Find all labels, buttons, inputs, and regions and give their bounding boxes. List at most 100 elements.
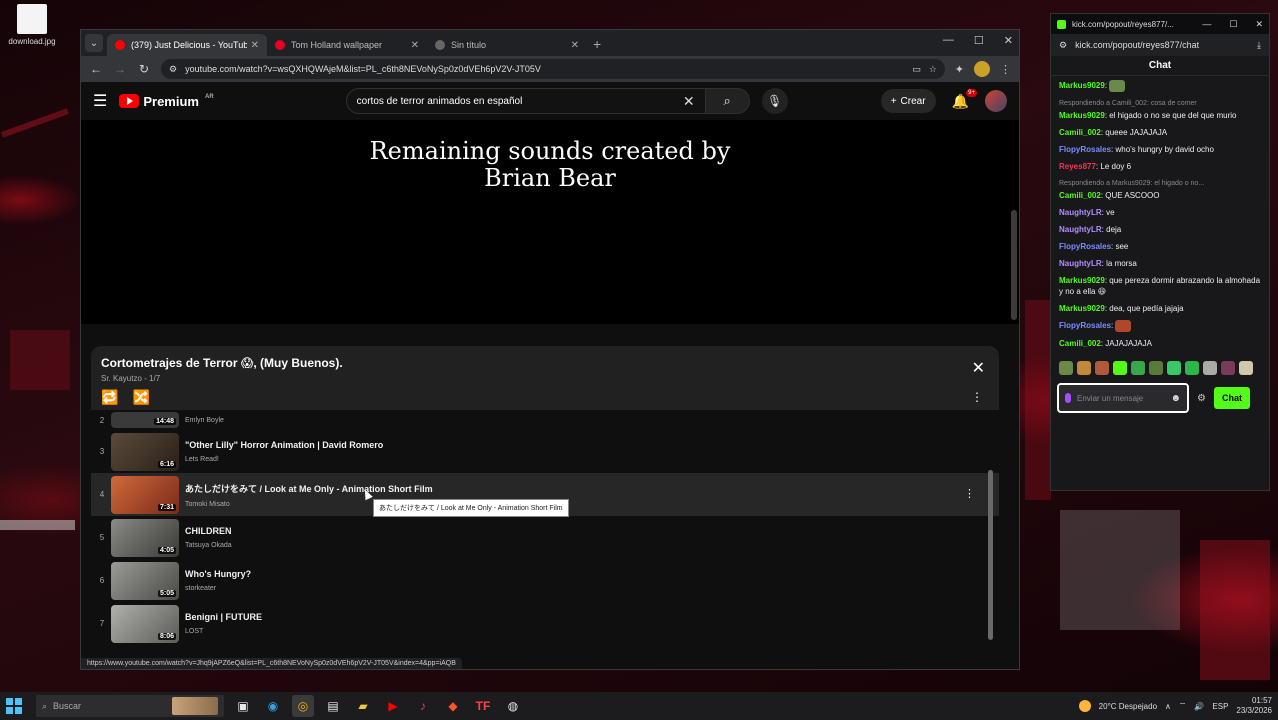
- chat-username[interactable]: NaughtyLR: [1059, 225, 1102, 234]
- chat-username[interactable]: NaughtyLR: [1059, 208, 1102, 217]
- page-scrollbar[interactable]: [1011, 210, 1017, 320]
- clear-search-icon[interactable]: ✕: [683, 93, 695, 110]
- chat-username[interactable]: Markus9029: [1059, 304, 1105, 313]
- playlist-scrollbar[interactable]: [988, 470, 993, 640]
- shuffle-icon[interactable]: 🔀: [132, 389, 149, 406]
- notifications-button[interactable]: 🔔 9+: [952, 88, 977, 110]
- maximize-icon[interactable]: ☐: [1229, 19, 1237, 30]
- site-info-icon[interactable]: ⚙: [169, 64, 177, 75]
- emote-icon[interactable]: [1149, 361, 1163, 375]
- chat-message-input[interactable]: Enviar un mensaje ☻: [1057, 383, 1189, 413]
- close-playlist-icon[interactable]: ✕: [972, 358, 985, 378]
- close-tab-icon[interactable]: ✕: [571, 40, 579, 51]
- back-icon[interactable]: ←: [89, 62, 103, 76]
- chat-username[interactable]: FlopyRosales: [1059, 321, 1111, 330]
- store-icon[interactable]: ▤: [322, 695, 344, 717]
- chat-username[interactable]: FlopyRosales: [1059, 145, 1111, 154]
- chrome-icon[interactable]: ◎: [292, 695, 314, 717]
- emote-icon[interactable]: [1167, 361, 1181, 375]
- emote-icon[interactable]: [1185, 361, 1199, 375]
- chat-username[interactable]: Camili_002: [1059, 128, 1101, 137]
- create-button[interactable]: + Crear: [880, 89, 936, 113]
- chat-username[interactable]: FlopyRosales: [1059, 242, 1111, 251]
- minimize-icon[interactable]: —: [943, 34, 954, 47]
- bookmark-star-icon[interactable]: ☆: [929, 64, 937, 75]
- chat-username[interactable]: Camili_002: [1059, 339, 1101, 348]
- cast-icon[interactable]: ▭: [912, 64, 921, 75]
- close-window-icon[interactable]: ✕: [1255, 19, 1263, 30]
- playlist-item[interactable]: 3 6:16 "Other Lilly" Horror Animation | …: [91, 430, 999, 473]
- site-info-icon[interactable]: ⚙: [1059, 40, 1067, 51]
- playlist-item[interactable]: 5 4:05 CHILDREN Tatsuya Okada: [91, 516, 999, 559]
- reload-icon[interactable]: ↻: [137, 62, 151, 76]
- emote-icon[interactable]: [1059, 361, 1073, 375]
- profile-avatar[interactable]: [974, 61, 990, 77]
- extensions-icon[interactable]: ✦: [955, 63, 964, 76]
- playlist-item[interactable]: 2 14:48 Emlyn Boyle: [91, 410, 999, 430]
- emote-icon[interactable]: [1221, 361, 1235, 375]
- emote-icon[interactable]: [1095, 361, 1109, 375]
- tab-untitled[interactable]: Sin título ✕: [427, 34, 587, 56]
- send-chat-button[interactable]: Chat: [1213, 387, 1250, 409]
- video-player[interactable]: Remaining sounds created by Brian Bear: [81, 120, 1019, 324]
- menu-kebab-icon[interactable]: ⋮: [1000, 63, 1011, 76]
- emote-icon[interactable]: [1203, 361, 1217, 375]
- tab-search-button[interactable]: ⌄: [85, 34, 103, 52]
- playlist-title[interactable]: Cortometrajes de Terror 😱, (Muy Buenos).: [101, 356, 989, 370]
- search-input[interactable]: cortos de terror animados en español ✕: [345, 88, 706, 114]
- new-tab-icon[interactable]: +: [593, 36, 601, 52]
- chat-username[interactable]: NaughtyLR: [1059, 259, 1102, 268]
- chat-username[interactable]: Markus9029: [1059, 111, 1105, 120]
- minimize-icon[interactable]: —: [1202, 19, 1211, 30]
- task-view-icon[interactable]: ▣: [232, 695, 254, 717]
- kick-address-bar[interactable]: ⚙ kick.com/popout/reyes877/chat ⤓: [1051, 34, 1269, 56]
- maximize-icon[interactable]: ☐: [974, 34, 984, 47]
- chat-settings-gear-icon[interactable]: ⚙: [1197, 393, 1206, 404]
- weather-icon[interactable]: [1078, 700, 1091, 712]
- tf-app-icon[interactable]: TF: [472, 695, 494, 717]
- item-more-icon[interactable]: ⋮: [964, 487, 975, 500]
- emote-icon[interactable]: [1077, 361, 1091, 375]
- desktop-file-icon[interactable]: download.jpg: [8, 4, 56, 46]
- taskbar-search[interactable]: ⌕ Buscar: [36, 695, 224, 717]
- forward-icon[interactable]: →: [113, 62, 127, 76]
- download-icon[interactable]: ⤓: [1257, 40, 1261, 51]
- tab-youtube[interactable]: (379) Just Delicious - YouTube ✕: [107, 34, 267, 56]
- brave-icon[interactable]: ◆: [442, 695, 464, 717]
- obs-icon[interactable]: ◍: [502, 695, 524, 717]
- youtube-logo[interactable]: Premium AR: [119, 94, 214, 109]
- windows-start-icon[interactable]: [6, 698, 22, 714]
- close-window-icon[interactable]: ✕: [1004, 34, 1013, 47]
- search-button[interactable]: ⌕: [705, 88, 750, 114]
- address-bar[interactable]: ⚙ youtube.com/watch?v=wsQXHQWAjeM&list=P…: [161, 59, 945, 79]
- input-language[interactable]: ESP: [1212, 702, 1228, 711]
- youtube-app-icon[interactable]: ▶: [382, 695, 404, 717]
- tab-pinterest[interactable]: Tom Holland wallpaper ✕: [267, 34, 427, 56]
- emote-icon[interactable]: [1131, 361, 1145, 375]
- weather-text[interactable]: 20°C Despejado: [1099, 702, 1157, 711]
- close-tab-icon[interactable]: ✕: [411, 40, 419, 51]
- edge-icon[interactable]: ◉: [262, 695, 284, 717]
- playlist-more-icon[interactable]: ⋮: [971, 390, 983, 404]
- volume-icon[interactable]: 🔊: [1194, 702, 1204, 711]
- chat-username[interactable]: Markus9029: [1059, 81, 1105, 90]
- emote-icon[interactable]: [1113, 361, 1127, 375]
- tiktok-icon[interactable]: ♪: [412, 695, 434, 717]
- emoji-icon[interactable]: ☻: [1170, 393, 1181, 404]
- account-avatar[interactable]: [985, 90, 1007, 112]
- playlist-item[interactable]: 7 8:06 Benigni | FUTURE LOST: [91, 602, 999, 645]
- chat-username[interactable]: Camili_002: [1059, 191, 1101, 200]
- voice-search-button[interactable]: 🎙: [761, 88, 788, 114]
- playlist-item[interactable]: 6 5:05 Who's Hungry? storkeater: [91, 559, 999, 602]
- loop-icon[interactable]: 🔁: [101, 389, 118, 406]
- network-icon[interactable]: ⌔: [1179, 701, 1187, 711]
- emote-icon[interactable]: [1239, 361, 1253, 375]
- clock[interactable]: 01:57 23/3/2026: [1236, 696, 1272, 716]
- tray-overflow-icon[interactable]: ∧: [1165, 702, 1171, 711]
- close-tab-icon[interactable]: ✕: [251, 40, 259, 51]
- chat-username[interactable]: Reyes877: [1059, 162, 1096, 171]
- chat-username[interactable]: Markus9029: [1059, 276, 1105, 285]
- hamburger-menu-icon[interactable]: ☰: [93, 91, 107, 111]
- microphone-icon[interactable]: [1065, 393, 1071, 403]
- file-explorer-icon[interactable]: ▰: [352, 695, 374, 717]
